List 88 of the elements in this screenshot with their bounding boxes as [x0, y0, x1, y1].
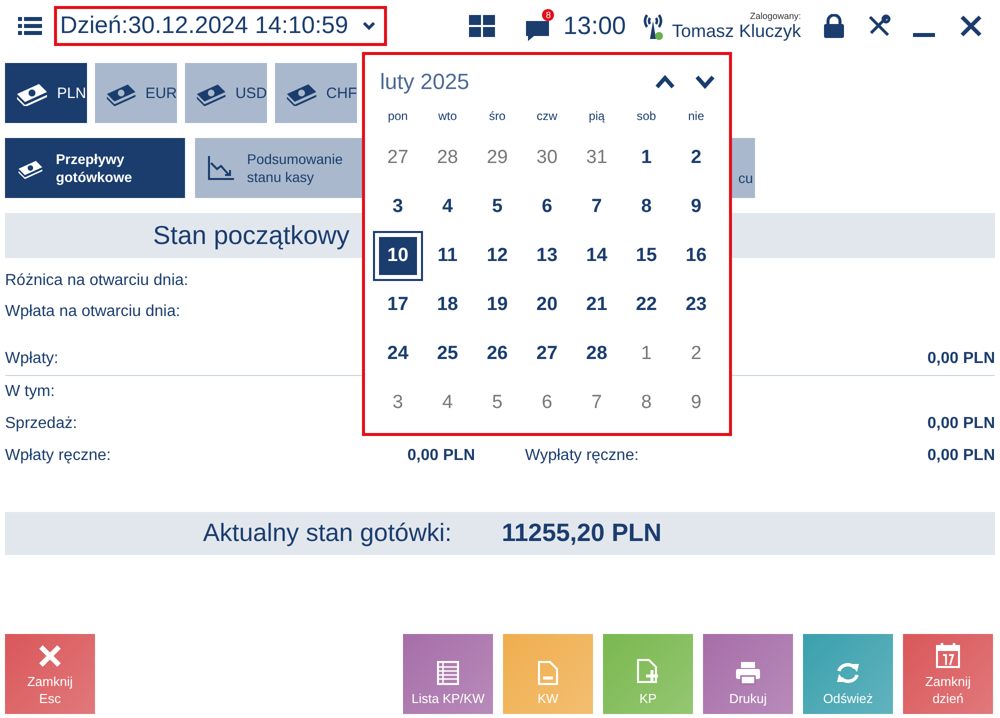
calendar-day[interactable]: 2: [674, 136, 718, 180]
row-value: 0,00 PLN: [927, 350, 995, 368]
balance-label: Aktualny stan gotówki:: [203, 519, 452, 548]
weekday-label: nie: [687, 109, 706, 125]
calendar-day[interactable]: 7: [574, 184, 619, 228]
weekday-label: pią: [588, 109, 606, 125]
calendar-day[interactable]: 5: [475, 380, 520, 424]
calendar-day[interactable]: 8: [624, 380, 668, 424]
clock-time: 13:00: [563, 12, 626, 40]
weekday-label: czw: [536, 109, 558, 125]
lock-icon[interactable]: [823, 14, 845, 38]
close-icon[interactable]: [960, 15, 982, 37]
calendar-day[interactable]: 17: [376, 282, 420, 326]
calendar-day[interactable]: 6: [524, 380, 569, 424]
calendar-day[interactable]: 2: [674, 332, 718, 376]
section-title: Stan początkowy: [153, 220, 350, 251]
calendar-day[interactable]: 28: [574, 332, 619, 376]
currency-tab[interactable]: CHF: [275, 63, 357, 123]
calendar-day[interactable]: 8: [624, 184, 668, 228]
row-label: Wpłata na otwarciu dnia:: [5, 303, 180, 321]
balance-value: 11255,20 PLN: [502, 519, 662, 548]
calendar-day[interactable]: 28: [426, 136, 470, 180]
calendar-day[interactable]: 20: [524, 282, 569, 326]
calendar-day[interactable]: 29: [475, 136, 520, 180]
calendar-day[interactable]: 13: [524, 234, 569, 278]
calendar-day[interactable]: 4: [426, 184, 470, 228]
user-name: Tomasz Kluczyk: [672, 20, 801, 42]
calendar-day[interactable]: 22: [624, 282, 668, 326]
calendar-icon: [936, 642, 960, 668]
weekday-label: pon: [386, 109, 409, 125]
calendar-day[interactable]: 26: [475, 332, 520, 376]
row-label: Różnica na otwarciu dnia:: [5, 272, 188, 290]
calendar-day[interactable]: 5: [475, 184, 520, 228]
currency-tab[interactable]: USD: [185, 63, 267, 123]
weekday-label: wto: [437, 109, 458, 125]
calendar-day[interactable]: 27: [524, 332, 569, 376]
row-label: Wypłaty ręczne:: [525, 447, 639, 465]
calendar-day[interactable]: 30: [524, 136, 569, 180]
chevron-down-icon: [362, 21, 376, 31]
calendar-day[interactable]: 11: [426, 234, 470, 278]
calendar-day[interactable]: 15: [624, 234, 668, 278]
calendar-day[interactable]: 1: [624, 332, 668, 376]
tiles-icon[interactable]: [469, 15, 496, 37]
view-tab[interactable]: Przepływy gotówkowe: [5, 138, 185, 198]
row-label: Wpłaty ręczne:: [5, 447, 111, 465]
currency-tab[interactable]: PLN: [5, 63, 87, 123]
calendar-day[interactable]: 24: [376, 332, 420, 376]
row-label: Sprzedaż:: [5, 415, 78, 433]
calendar-day[interactable]: 6: [524, 184, 569, 228]
calendar-day[interactable]: 10: [376, 234, 419, 276]
currency-tab[interactable]: EUR: [95, 63, 177, 123]
calendar-day[interactable]: 9: [674, 380, 718, 424]
calendar-day[interactable]: 19: [475, 282, 520, 326]
chart-icon: [207, 155, 235, 181]
document-minus-icon: [537, 661, 559, 686]
chevron-up-icon[interactable]: [655, 75, 675, 89]
month-label: luty 2025: [380, 69, 470, 95]
row-label: Wpłaty:: [5, 350, 58, 368]
table-icon: [437, 661, 459, 686]
notification-badge: 8: [542, 9, 554, 21]
calendar-day[interactable]: 1: [624, 136, 668, 180]
calendar-day[interactable]: 16: [674, 234, 718, 278]
date-dropdown[interactable]: Dzień:30.12.2024 14:10:59: [54, 6, 388, 46]
logged-in-caption: Zalogowany:: [750, 10, 801, 20]
calendar-day[interactable]: 31: [574, 136, 619, 180]
calendar-day[interactable]: 12: [475, 234, 520, 278]
calendar-day[interactable]: 21: [574, 282, 619, 326]
calendar-day[interactable]: 4: [426, 380, 470, 424]
refresh-icon: [835, 661, 861, 686]
close-icon: [38, 644, 62, 668]
weekday-label: sob: [636, 109, 658, 125]
calendar-day[interactable]: 18: [426, 282, 470, 326]
chevron-down-icon[interactable]: [695, 75, 715, 89]
row-value: 0,00 PLN: [927, 415, 995, 433]
document-plus-icon: [636, 659, 660, 686]
row-value: 0,00 PLN: [407, 447, 475, 465]
printer-icon: [735, 661, 761, 686]
menu-icon[interactable]: [18, 16, 42, 36]
row-value: 0,00 PLN: [927, 447, 995, 465]
calendar-day[interactable]: 25: [426, 332, 470, 376]
calendar-day[interactable]: 14: [574, 234, 619, 278]
calendar-day[interactable]: 3: [376, 380, 420, 424]
calendar-day[interactable]: 9: [674, 184, 718, 228]
tools-icon[interactable]: [867, 14, 891, 38]
weekday-label: śro: [488, 109, 507, 125]
row-label: W tym:: [5, 383, 55, 401]
calendar-day[interactable]: 23: [674, 282, 718, 326]
calendar-day[interactable]: 7: [574, 380, 619, 424]
